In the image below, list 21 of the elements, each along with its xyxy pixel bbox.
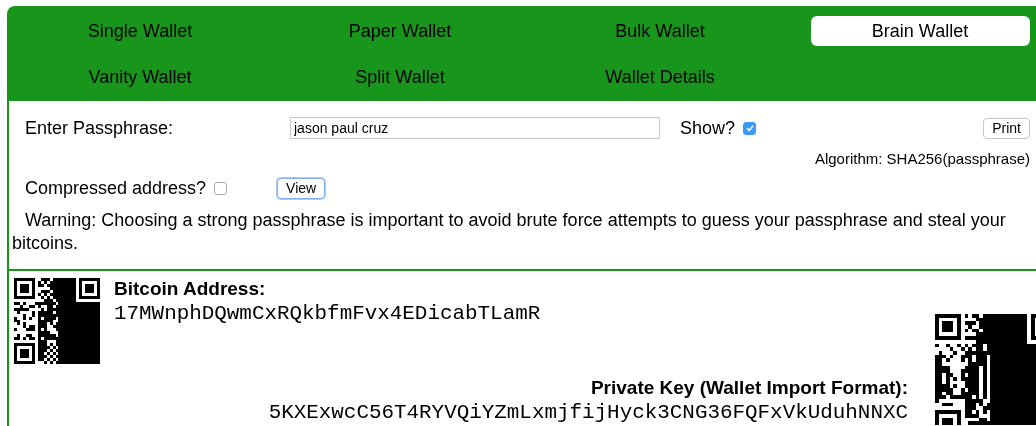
private-key-label: Private Key (Wallet Import Format):	[589, 377, 908, 399]
checkbox[interactable]	[214, 181, 228, 195]
bitcoin-address-label: Bitcoin Address:	[114, 278, 267, 300]
wallet-tab[interactable]: Brain Wallet	[810, 16, 1030, 46]
private-key: 5KXExwcC56T4RYVQiYZmLxmjfijHyck3CNG36FQFxVkUduhNNXC	[114, 401, 908, 424]
wallet-tab[interactable]: Bulk Wallet	[595, 16, 725, 46]
passphrase-field[interactable]: jason paul cruz	[290, 117, 660, 139]
algorithm-text: Algorithm: SHA256(passphrase)	[814, 150, 1030, 167]
show-label: Show?	[680, 117, 736, 139]
wallet-tab[interactable]: Single Wallet	[67, 16, 213, 46]
wallet-tab[interactable]: Paper Wallet	[328, 16, 472, 46]
checkbox[interactable]	[743, 121, 757, 135]
wallet-tab[interactable]: Split Wallet	[335, 62, 465, 92]
warning-text: Warning: Choosing a strong passphrase is important to avoid brute force attempts to guess your passphrase and steal your bitcoins.	[12, 209, 1007, 255]
bitcoin-address: 17MWnphDQwmCxRQkbfmFvx4EDicabTLamR	[114, 302, 542, 325]
view-button[interactable]: View	[277, 177, 326, 199]
print-button[interactable]: Print	[983, 117, 1030, 139]
passphrase-label: Enter Passphrase:	[24, 117, 175, 139]
wallet-tab[interactable]: Wallet Details	[585, 62, 735, 92]
wallet-tab[interactable]: Vanity Wallet	[68, 62, 212, 92]
compressed-address-label: Compressed address?	[24, 177, 207, 199]
